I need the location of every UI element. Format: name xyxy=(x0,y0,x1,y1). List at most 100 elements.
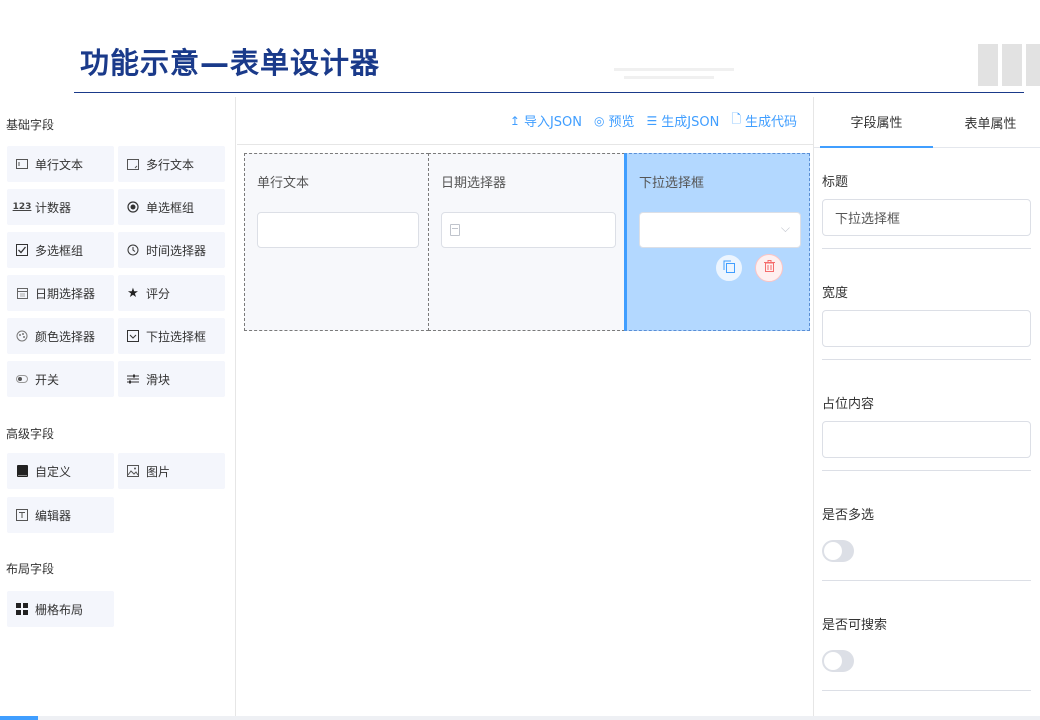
field-label: 日期选择器 xyxy=(441,176,507,191)
field-item-label: 滑块 xyxy=(146,372,171,387)
field-item-label: 单选框组 xyxy=(146,200,195,215)
delete-field-button[interactable] xyxy=(755,254,783,282)
grid-column-date[interactable]: 日期选择器 xyxy=(428,153,625,331)
title-divider xyxy=(74,92,1024,93)
field-palette: 基础字段 单行文本 多行文本 123 计数器 单选框组 多选框组 时间选择器 日… xyxy=(0,97,236,720)
select-icon xyxy=(126,329,140,343)
number-icon: 123 xyxy=(12,202,32,212)
slide-title: 功能示意—表单设计器 xyxy=(80,46,381,80)
field-item-label: 多选框组 xyxy=(35,243,84,258)
copy-field-button[interactable] xyxy=(715,254,743,282)
slider-icon xyxy=(126,372,140,386)
field-label: 下拉选择框 xyxy=(639,176,705,191)
color-icon xyxy=(15,329,29,343)
field-item-label: 单行文本 xyxy=(35,157,84,172)
field-item-label: 编辑器 xyxy=(35,508,72,523)
searchable-toggle[interactable] xyxy=(822,650,854,672)
grid-column-input[interactable]: 单行文本 xyxy=(244,153,429,331)
field-item-label: 颜色选择器 xyxy=(35,329,96,344)
input-icon xyxy=(15,157,29,171)
custom-icon xyxy=(15,464,29,478)
divider xyxy=(822,690,1031,691)
calendar-icon xyxy=(450,224,460,236)
select-input-preview[interactable]: ⌵ xyxy=(639,212,801,248)
switch-icon xyxy=(15,372,29,386)
trash-icon xyxy=(763,260,775,276)
field-item-label: 栅格布局 xyxy=(35,602,84,617)
field-item-label: 自定义 xyxy=(35,464,72,479)
prop-title-label: 标题 xyxy=(822,175,849,190)
field-item-label: 日期选择器 xyxy=(35,286,96,301)
field-item-date-picker[interactable]: 日期选择器 xyxy=(7,275,114,311)
import-json-button[interactable]: ↥ 导入JSON xyxy=(509,111,583,131)
field-item-rate[interactable]: ★ 评分 xyxy=(118,275,225,311)
preview-button[interactable]: ◎ 预览 xyxy=(594,111,635,131)
checkbox-icon xyxy=(15,243,29,257)
clock-icon xyxy=(126,243,140,257)
multiple-toggle[interactable] xyxy=(822,540,854,562)
field-label: 单行文本 xyxy=(257,176,310,191)
field-item-color-picker[interactable]: 颜色选择器 xyxy=(7,318,114,354)
width-field[interactable] xyxy=(822,310,1031,347)
prop-placeholder-label: 占位内容 xyxy=(822,397,875,412)
editor-icon xyxy=(15,508,29,522)
placeholder-field[interactable] xyxy=(822,421,1031,458)
field-item-label: 下拉选择框 xyxy=(146,329,207,344)
prop-multiple-label: 是否多选 xyxy=(822,508,875,523)
generate-json-button[interactable]: ☰ 生成JSON xyxy=(646,111,720,131)
field-item-radio-group[interactable]: 单选框组 xyxy=(118,189,225,225)
group-title-layout: 布局字段 xyxy=(6,562,55,576)
grid-row[interactable]: 单行文本 日期选择器 下拉选择框 ⌵ xyxy=(244,153,810,331)
field-item-select[interactable]: 下拉选择框 xyxy=(118,318,225,354)
radio-icon xyxy=(126,200,140,214)
prop-searchable-label: 是否可搜索 xyxy=(822,618,888,633)
chevron-down-icon: ⌵ xyxy=(780,221,790,235)
field-item-label: 开关 xyxy=(35,372,60,387)
field-item-grid-layout[interactable]: 栅格布局 xyxy=(7,591,114,627)
decorative-blocks xyxy=(960,44,1040,86)
generate-code-label: 生成代码 xyxy=(744,115,797,130)
image-icon xyxy=(126,464,140,478)
textarea-icon xyxy=(126,157,140,171)
generate-code-button[interactable]: 🗋 生成代码 xyxy=(731,110,797,131)
group-title-advanced: 高级字段 xyxy=(6,427,55,441)
canvas-toolbar: ↥ 导入JSON ◎ 预览 ☰ 生成JSON 🗋 生成代码 xyxy=(237,97,813,145)
field-item-editor[interactable]: 编辑器 xyxy=(7,497,114,533)
group-title-basic: 基础字段 xyxy=(6,118,55,132)
tab-field-properties[interactable]: 字段属性 xyxy=(820,97,933,148)
field-item-custom[interactable]: 自定义 xyxy=(7,453,114,489)
document-icon: ☰ xyxy=(646,113,658,128)
properties-tabs: 字段属性 表单属性 xyxy=(814,97,1040,148)
file-icon: 🗋 xyxy=(731,112,741,126)
tab-form-properties[interactable]: 表单属性 xyxy=(934,97,1040,148)
field-item-label: 时间选择器 xyxy=(146,243,207,258)
field-item-time-picker[interactable]: 时间选择器 xyxy=(118,232,225,268)
star-icon: ★ xyxy=(127,285,139,301)
field-item-image[interactable]: 图片 xyxy=(118,453,225,489)
prop-width-label: 宽度 xyxy=(822,286,849,301)
import-json-label: 导入JSON xyxy=(523,115,583,130)
divider xyxy=(822,248,1031,249)
title-field-value: 下拉选择框 xyxy=(835,212,901,227)
field-item-switch[interactable]: 开关 xyxy=(7,361,114,397)
field-item-counter[interactable]: 123 计数器 xyxy=(7,189,114,225)
generate-json-label: 生成JSON xyxy=(661,115,720,130)
field-item-checkbox-group[interactable]: 多选框组 xyxy=(7,232,114,268)
properties-panel: 字段属性 表单属性 标题 下拉选择框 宽度 占位内容 是否多选 是否可搜索 xyxy=(813,97,1040,720)
upload-icon: ↥ xyxy=(509,113,520,128)
grid-column-select-active[interactable]: 下拉选择框 ⌵ xyxy=(624,153,810,331)
divider xyxy=(822,359,1031,360)
text-input-preview[interactable] xyxy=(257,212,419,248)
title-field[interactable]: 下拉选择框 xyxy=(822,199,1031,236)
slide-header: 功能示意—表单设计器 xyxy=(0,0,1040,96)
field-item-slider[interactable]: 滑块 xyxy=(118,361,225,397)
field-item-label: 评分 xyxy=(146,286,171,301)
field-item-label: 计数器 xyxy=(35,200,72,215)
bottom-scrollbar[interactable] xyxy=(0,716,1040,720)
calendar-icon xyxy=(15,286,29,300)
field-item-single-line-text[interactable]: 单行文本 xyxy=(7,146,114,182)
field-item-multi-line-text[interactable]: 多行文本 xyxy=(118,146,225,182)
date-input-preview[interactable] xyxy=(441,212,616,248)
field-item-label: 多行文本 xyxy=(146,157,195,172)
decorative-line xyxy=(624,76,714,79)
